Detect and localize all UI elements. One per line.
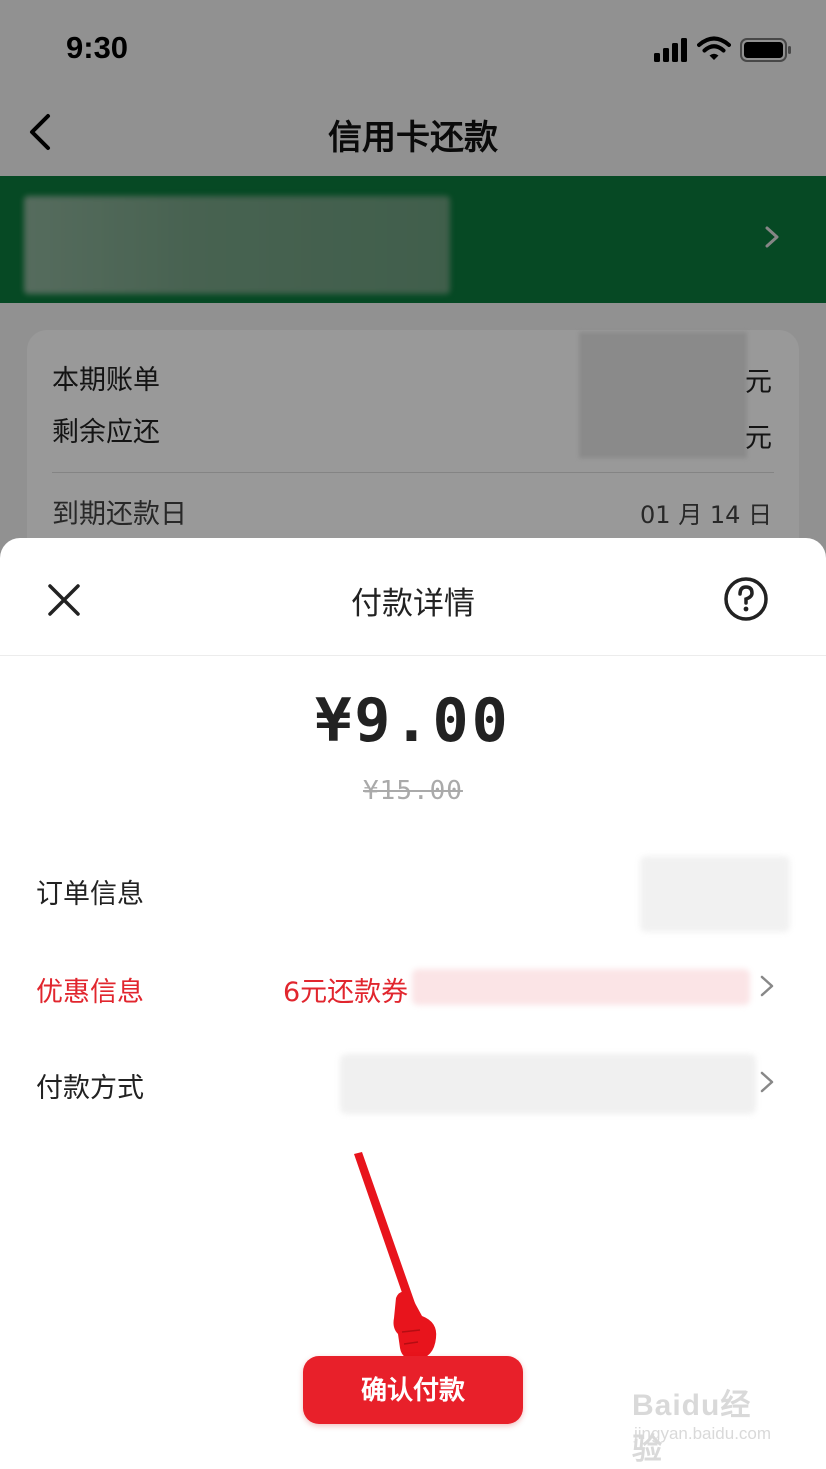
sheet-title: 付款详情 [351, 586, 475, 622]
watermark-sub: jingyan.baidu.com [634, 1424, 772, 1443]
discount-info-label: 优惠信息 [36, 977, 144, 1008]
chevron-right-icon[interactable] [758, 972, 776, 1000]
payment-method-blurred [340, 1054, 756, 1114]
order-info-blurred [640, 856, 790, 932]
chevron-right-icon[interactable] [758, 1068, 776, 1096]
sheet-header: 付款详情 [0, 538, 826, 656]
payment-method-label: 付款方式 [36, 1073, 144, 1104]
discount-detail-blurred [412, 969, 750, 1005]
payment-amount: ¥9.00 [315, 686, 511, 756]
original-amount: ¥15.00 [363, 776, 463, 806]
help-icon[interactable] [722, 575, 770, 623]
baidu-watermark: Baidu经验 jingyan.baidu.com [632, 1380, 782, 1466]
modal-overlay[interactable] [0, 0, 826, 600]
pointer-arrow-icon [354, 1152, 437, 1360]
discount-value[interactable]: 6元还款券 [283, 970, 408, 1009]
confirm-payment-button[interactable]: 确认付款 [303, 1356, 523, 1424]
order-info-label: 订单信息 [36, 879, 144, 910]
